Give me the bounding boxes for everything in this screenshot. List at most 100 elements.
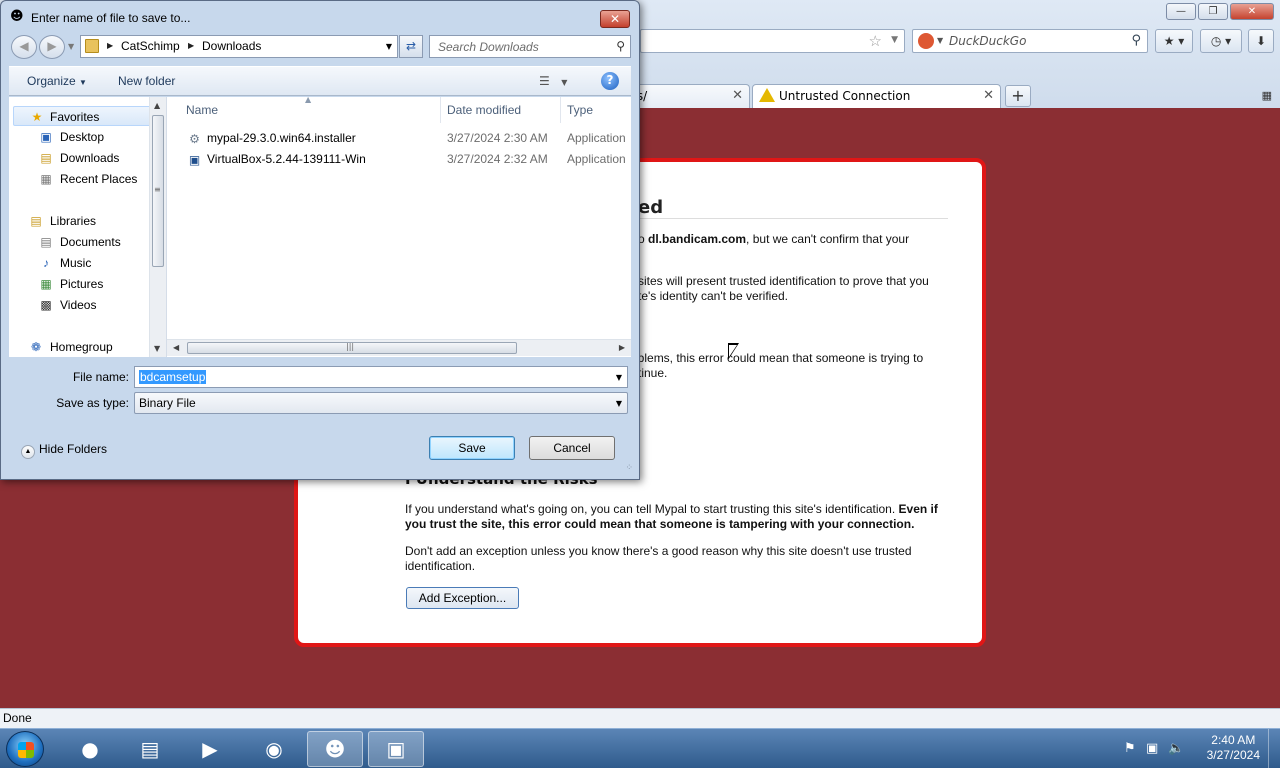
file-list-scrollbar[interactable]: ◀ ||| ▶ bbox=[167, 339, 631, 356]
folder-icon bbox=[85, 39, 99, 53]
error-line-1: o dl.bandicam.com, but we can't confirm … bbox=[638, 232, 910, 246]
sidebar-item-homegroup[interactable]: ❁ Homegroup bbox=[9, 337, 149, 357]
file-explorer-icon[interactable]: ▤ bbox=[122, 731, 178, 767]
table-row[interactable]: ▣ VirtualBox-5.2.44-139111-Win 3/27/2024… bbox=[167, 149, 631, 170]
action-center-flag-icon[interactable]: ⚑ bbox=[1124, 741, 1136, 756]
save-as-type-select[interactable]: Binary File ▼ bbox=[134, 392, 628, 414]
scroll-left-icon[interactable]: ◀ bbox=[173, 343, 179, 352]
navigation-scrollbar[interactable]: ▲ ≡ ▼ bbox=[149, 97, 166, 357]
tab-list-icon[interactable]: ▦ bbox=[1262, 89, 1272, 102]
warning-icon bbox=[759, 88, 775, 102]
file-type: Application bbox=[567, 131, 626, 145]
scroll-up-icon[interactable]: ▲ bbox=[154, 101, 160, 110]
documents-icon: ▤ bbox=[40, 235, 52, 249]
scroll-down-icon[interactable]: ▼ bbox=[154, 344, 160, 353]
sidebar-item-libraries[interactable]: ▤ Libraries bbox=[9, 211, 149, 231]
resize-grip-icon[interactable]: ⁘ bbox=[625, 463, 633, 473]
virtualbox-icon[interactable]: ▣ bbox=[368, 731, 424, 767]
hide-folders-button[interactable]: ▲ Hide Folders bbox=[21, 442, 107, 459]
bookmarks-button[interactable]: ★ ▾ bbox=[1155, 29, 1193, 53]
tab-label: Untrusted Connection bbox=[779, 89, 911, 103]
search-bar[interactable]: ▼ DuckDuckGo ⚲ bbox=[912, 29, 1148, 53]
chevron-down-icon[interactable]: ▼ bbox=[891, 35, 898, 45]
help-icon[interactable]: ? bbox=[601, 72, 619, 90]
file-name-value: bdcamsetup bbox=[139, 370, 207, 384]
file-name: mypal-29.3.0.win64.installer bbox=[207, 131, 356, 145]
pictures-icon: ▦ bbox=[40, 277, 52, 291]
column-header-type[interactable]: Type bbox=[567, 103, 593, 117]
new-folder-button[interactable]: New folder bbox=[118, 74, 175, 88]
dialog-close-button[interactable]: ✕ bbox=[600, 10, 630, 28]
column-separator[interactable] bbox=[560, 97, 561, 123]
view-options-icon[interactable]: ☰ ▼ bbox=[539, 74, 567, 88]
mypal-icon[interactable]: ☻ bbox=[307, 731, 363, 767]
recent-places-icon: ▦ bbox=[40, 172, 52, 186]
clock-time: 2:40 AM bbox=[1211, 733, 1256, 747]
address-breadcrumb[interactable]: ▶ CatSchimp ▶ Downloads ▼ bbox=[80, 35, 398, 58]
column-separator[interactable] bbox=[440, 97, 441, 123]
show-desktop-button[interactable] bbox=[1268, 729, 1280, 768]
column-header-name[interactable]: Name bbox=[186, 103, 218, 117]
history-button[interactable]: ◷ ▾ bbox=[1200, 29, 1242, 53]
sidebar-item-videos[interactable]: ▩ Videos bbox=[9, 295, 149, 315]
save-button[interactable]: Save bbox=[429, 436, 515, 460]
start-button[interactable] bbox=[6, 731, 44, 767]
scrollbar-grip-icon: ≡ bbox=[154, 185, 161, 194]
file-type: Application bbox=[567, 152, 626, 166]
sidebar-item-desktop[interactable]: ▣ Desktop bbox=[9, 127, 149, 147]
search-icon[interactable]: ⚲ bbox=[1131, 33, 1141, 48]
add-exception-button[interactable]: Add Exception... bbox=[406, 587, 519, 609]
clock-date: 3/27/2024 bbox=[1206, 748, 1260, 762]
chevron-right-icon[interactable]: ▶ bbox=[107, 41, 113, 50]
sidebar-item-favorites[interactable]: ★ Favorites bbox=[13, 106, 153, 126]
refresh-button[interactable]: ⇄ bbox=[399, 35, 423, 58]
sidebar-item-music[interactable]: ♪ Music bbox=[9, 253, 149, 273]
close-tab-icon[interactable]: ✕ bbox=[732, 85, 743, 107]
duckduckgo-icon[interactable] bbox=[918, 33, 934, 49]
bookmarks-icon: ★ ▾ bbox=[1163, 34, 1185, 48]
url-bar[interactable]: ☆ ▼ bbox=[640, 29, 905, 53]
clock[interactable]: 2:40 AM 3/27/2024 bbox=[1207, 733, 1260, 763]
chevron-down-icon[interactable]: ▼ bbox=[386, 42, 392, 51]
internet-explorer-icon[interactable]: ● bbox=[62, 731, 118, 767]
media-player-icon[interactable]: ▶ bbox=[182, 731, 238, 767]
volume-muted-icon[interactable]: 🔈 bbox=[1168, 741, 1184, 756]
close-tab-icon[interactable]: ✕ bbox=[983, 85, 994, 107]
minimize-button[interactable]: — bbox=[1166, 3, 1196, 20]
close-button[interactable]: ✕ bbox=[1230, 3, 1274, 20]
back-button[interactable]: ◀ bbox=[11, 35, 37, 59]
chevron-down-icon[interactable]: ▼ bbox=[616, 373, 622, 382]
clock-icon: ◷ ▾ bbox=[1210, 34, 1232, 48]
search-icon[interactable]: ⚲ bbox=[616, 39, 625, 53]
column-header-date[interactable]: Date modified bbox=[447, 103, 521, 117]
search-downloads-input[interactable]: Search Downloads ⚲ bbox=[429, 35, 631, 58]
breadcrumb-downloads[interactable]: Downloads bbox=[202, 39, 261, 53]
chevron-right-icon[interactable]: ▶ bbox=[188, 41, 194, 50]
downloads-button[interactable]: ⬇ bbox=[1248, 29, 1274, 53]
organize-button[interactable]: Organize ▼ bbox=[27, 74, 87, 88]
network-icon[interactable]: ▣ bbox=[1146, 741, 1158, 756]
tab-untrusted-connection[interactable]: Untrusted Connection ✕ bbox=[752, 84, 1001, 108]
sidebar-item-downloads[interactable]: ▤ Downloads bbox=[9, 148, 149, 168]
breadcrumb-catschimp[interactable]: CatSchimp bbox=[121, 39, 180, 53]
sidebar-item-label: Downloads bbox=[60, 151, 120, 165]
chevron-down-icon[interactable]: ▼ bbox=[616, 399, 622, 408]
chevron-down-icon[interactable]: ▼ bbox=[937, 36, 943, 45]
sidebar-item-label: Documents bbox=[60, 235, 121, 249]
bookmark-star-icon[interactable]: ☆ bbox=[869, 32, 882, 50]
sidebar-item-documents[interactable]: ▤ Documents bbox=[9, 232, 149, 252]
sidebar-item-recent-places[interactable]: ▦ Recent Places bbox=[9, 169, 149, 189]
firefox-icon[interactable]: ◉ bbox=[246, 731, 302, 767]
domain-name: dl.bandicam.com bbox=[648, 232, 747, 246]
file-name-label: File name: bbox=[72, 370, 129, 384]
forward-button[interactable]: ▶ bbox=[39, 35, 65, 59]
file-name-field[interactable]: bdcamsetup ▼ bbox=[134, 366, 628, 388]
scroll-right-icon[interactable]: ▶ bbox=[619, 343, 625, 352]
search-placeholder: Search Downloads bbox=[438, 40, 539, 54]
table-row[interactable]: ⚙ mypal-29.3.0.win64.installer 3/27/2024… bbox=[167, 128, 631, 149]
new-tab-button[interactable]: + bbox=[1005, 85, 1031, 107]
cancel-button[interactable]: Cancel bbox=[529, 436, 615, 460]
sidebar-item-pictures[interactable]: ▦ Pictures bbox=[9, 274, 149, 294]
maximize-button[interactable]: ❐ bbox=[1198, 3, 1228, 20]
recent-locations-dropdown[interactable]: ▼ bbox=[68, 42, 74, 51]
